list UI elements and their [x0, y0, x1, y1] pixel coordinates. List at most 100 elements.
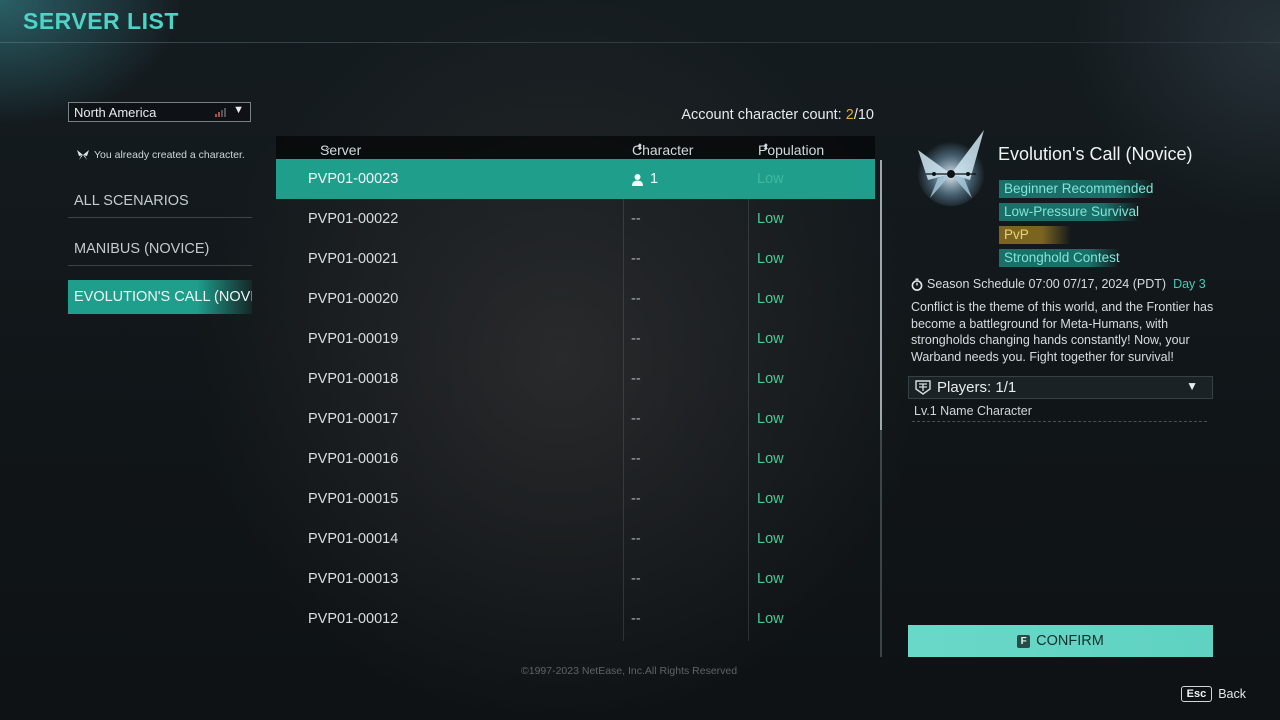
confirm-label: CONFIRM [1036, 633, 1104, 649]
population-status: Low [757, 451, 784, 467]
account-count-current: 2 [845, 107, 854, 123]
notice-text: You already created a character. [94, 149, 245, 161]
character-cell: -- [631, 411, 641, 427]
server-name: PVP01-00017 [308, 411, 399, 427]
character-count: -- [631, 611, 641, 627]
tag-low-pressure: Low-Pressure Survival [999, 203, 1140, 221]
confirm-button[interactable]: F CONFIRM [908, 625, 1213, 657]
population-status: Low [757, 171, 784, 187]
butterfly-emblem-icon [917, 130, 985, 206]
players-divider [912, 421, 1207, 422]
character-count: -- [631, 371, 641, 387]
table-row[interactable]: PVP01-00016 -- Low [276, 439, 875, 479]
table-row[interactable]: PVP01-00022 -- Low [276, 199, 875, 239]
players-dropdown[interactable]: Players: 1/1 ▼ [908, 376, 1213, 399]
server-name: PVP01-00014 [308, 531, 399, 547]
scenario-title: Evolution's Call (Novice) [998, 144, 1193, 164]
account-count-max: 10 [857, 107, 874, 123]
page-title: SERVER LIST [23, 8, 179, 34]
table-header: Server ⌄ Character ⬍ Population ⬍ [276, 136, 875, 159]
server-name: PVP01-00012 [308, 611, 399, 627]
character-count: -- [631, 251, 641, 267]
server-name: PVP01-00020 [308, 291, 399, 307]
character-cell: -- [631, 531, 641, 547]
table-row[interactable]: PVP01-00013 -- Low [276, 559, 875, 599]
tag-pvp: PvP [999, 226, 1071, 244]
character-cell: -- [631, 331, 641, 347]
players-table-header: Lv.1 Name Character [914, 404, 1032, 418]
season-day: Day 3 [1173, 277, 1206, 291]
table-row[interactable]: PVP01-00017 -- Low [276, 399, 875, 439]
character-cell: -- [631, 291, 641, 307]
population-status: Low [757, 211, 784, 227]
table-row[interactable]: PVP01-00014 -- Low [276, 519, 875, 559]
tag-beginner: Beginner Recommended [999, 180, 1154, 198]
chevron-down-icon: ▼ [233, 104, 244, 116]
character-count: -- [631, 411, 641, 427]
character-cell: -- [631, 251, 641, 267]
person-icon [632, 173, 643, 186]
server-name: PVP01-00023 [308, 171, 399, 187]
population-status: Low [757, 531, 784, 547]
character-count: -- [631, 291, 641, 307]
region-select[interactable]: North America ▼ [68, 102, 251, 122]
character-count: 1 [650, 171, 659, 187]
scrollbar-thumb[interactable] [880, 160, 882, 430]
copyright: ©1997-2023 NetEase, Inc.All Rights Reser… [521, 665, 738, 677]
key-hint-f: F [1017, 634, 1031, 648]
scenario-all[interactable]: ALL SCENARIOS [68, 184, 252, 218]
character-count: -- [631, 451, 641, 467]
players-label: Players: 1/1 [937, 379, 1017, 396]
warband-icon [915, 380, 931, 395]
character-cell: -- [631, 451, 641, 467]
table-row[interactable]: PVP01-00023 1 Low [276, 159, 875, 199]
character-count: -- [631, 571, 641, 587]
population-status: Low [757, 371, 784, 387]
sort-icon: ⬍ [636, 142, 644, 152]
account-character-count: Account character count: 2/10 [681, 107, 874, 123]
server-name: PVP01-00015 [308, 491, 399, 507]
back-label: Back [1218, 687, 1246, 701]
sort-icon: ⬍ [762, 142, 770, 152]
table-row[interactable]: PVP01-00019 -- Low [276, 319, 875, 359]
character-count: -- [631, 331, 641, 347]
server-name: PVP01-00022 [308, 211, 399, 227]
scenario-evolutions-call[interactable]: EVOLUTION'S CALL (NOVI [68, 280, 252, 314]
population-status: Low [757, 291, 784, 307]
population-status: Low [757, 571, 784, 587]
character-cell: 1 [631, 171, 658, 187]
server-table: Server ⌄ Character ⬍ Population ⬍ PVP01-000… [276, 136, 875, 641]
population-status: Low [757, 491, 784, 507]
server-name: PVP01-00019 [308, 331, 399, 347]
population-status: Low [757, 251, 784, 267]
title-divider [0, 42, 1280, 43]
character-cell: -- [631, 571, 641, 587]
character-count: -- [631, 211, 641, 227]
character-count: -- [631, 491, 641, 507]
character-cell: -- [631, 491, 641, 507]
scenario-manibus[interactable]: MANIBUS (NOVICE) [68, 232, 252, 266]
population-status: Low [757, 331, 784, 347]
signal-bars-icon [215, 108, 226, 117]
population-status: Low [757, 411, 784, 427]
season-label: Season Schedule 07:00 07/17, 2024 (PDT) [927, 277, 1167, 291]
key-hint-esc: Esc [1180, 686, 1213, 702]
server-name: PVP01-00021 [308, 251, 399, 267]
server-name: PVP01-00013 [308, 571, 399, 587]
table-row[interactable]: PVP01-00021 -- Low [276, 239, 875, 279]
table-row[interactable]: PVP01-00015 -- Low [276, 479, 875, 519]
back-button[interactable]: Esc Back [1180, 686, 1246, 702]
account-count-label: Account character count: [681, 107, 842, 123]
table-row[interactable]: PVP01-00020 -- Low [276, 279, 875, 319]
chevron-down-icon: ⌄ [324, 142, 332, 152]
character-cell: -- [631, 371, 641, 387]
character-cell: -- [631, 611, 641, 627]
stopwatch-icon [911, 278, 923, 291]
population-status: Low [757, 611, 784, 627]
season-schedule: Season Schedule 07:00 07/17, 2024 (PDT) … [911, 277, 1206, 291]
character-notice: You already created a character. [76, 149, 245, 161]
table-row[interactable]: PVP01-00018 -- Low [276, 359, 875, 399]
table-row[interactable]: PVP01-00012 -- Low [276, 599, 875, 639]
scenario-description: Conflict is the theme of this world, and… [911, 300, 1214, 364]
tag-stronghold: Stronghold Contest [999, 249, 1120, 267]
